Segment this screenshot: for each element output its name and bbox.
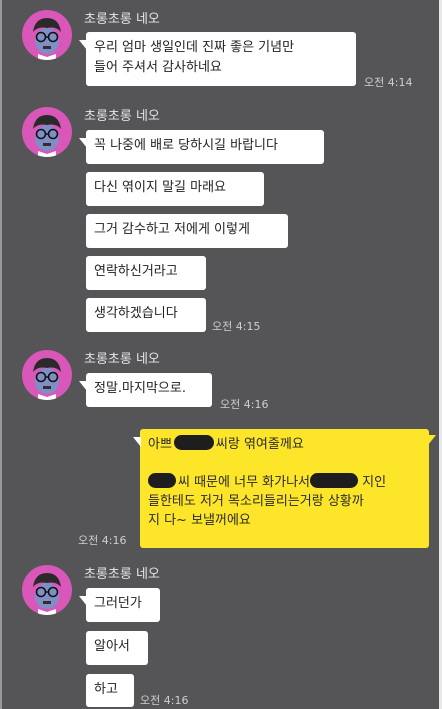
left-edge: [0, 0, 2, 709]
my-message-line: 씨 때문에 너무 화가나서 지인: [148, 473, 421, 492]
neo-avatar-icon[interactable]: [22, 350, 72, 400]
message-text: 그거 감수하고 저에게 이렇게: [94, 222, 250, 237]
redacted-block: [173, 435, 214, 450]
neo-avatar-icon[interactable]: [22, 565, 72, 615]
my-message-bubble[interactable]: 아쁘 씨랑 엮여줄께요 씨 때문에 너무 화가나서 지인 들한테도 저거 목소리들…: [133, 429, 436, 548]
message-time: 오전 4:16: [220, 398, 269, 411]
message-bubble[interactable]: 연락하신거라고: [86, 256, 206, 290]
redacted-block: [148, 473, 176, 488]
message-bubble[interactable]: 꼭 나중에 배로 당하시길 바랍니다: [79, 130, 324, 164]
my-message-line: 아쁘 씨랑 엮여줄께요: [148, 435, 421, 454]
chat-window: 초롱초롱 네오 우리 엄마 생일인데 진짜 좋은 기념만 들어 주셔서 감사하네…: [0, 0, 442, 709]
my-message-line: 들한테도 저거 목소리들리는거랑 상황까: [148, 494, 364, 509]
message-time: 오전 4:15: [212, 320, 261, 333]
message-time: 오전 4:14: [364, 76, 413, 89]
my-message-line: 지 다~ 보낼꺼에요: [148, 513, 251, 528]
message-text: 하고: [94, 682, 118, 697]
message-text: 정말.마지막으로.: [94, 381, 186, 396]
message-text: 들어 주셔서 감사하네요: [94, 60, 222, 75]
message-text: 그러던가: [94, 596, 142, 611]
message-time: 오전 4:16: [78, 534, 127, 547]
message-text: 알아서: [94, 639, 130, 654]
message-bubble[interactable]: 그러던가: [79, 588, 160, 622]
message-text: 다신 엮이지 말길 마래요: [94, 180, 226, 195]
message-bubble[interactable]: 하고: [86, 674, 134, 707]
message-text: 우리 엄마 생일인데 진짜 좋은 기념만: [94, 40, 295, 55]
message-bubble[interactable]: 생각하겠습니다: [86, 298, 206, 332]
message-bubble[interactable]: 알아서: [86, 631, 148, 665]
message-bubble[interactable]: 정말.마지막으로.: [79, 373, 212, 407]
my-message-text: 지인: [358, 475, 387, 490]
redacted-block: [310, 473, 358, 488]
message-bubble[interactable]: 우리 엄마 생일인데 진짜 좋은 기념만 들어 주셔서 감사하네요: [79, 32, 356, 86]
sender-name: 초롱초롱 네오: [84, 109, 160, 124]
neo-avatar-icon[interactable]: [22, 10, 72, 60]
my-message-text: 씨랑 엮여줄께요: [215, 437, 304, 452]
message-bubble[interactable]: 그거 감수하고 저에게 이렇게: [86, 214, 288, 248]
sender-name: 초롱초롱 네오: [84, 12, 160, 27]
sender-name: 초롱초롱 네오: [84, 352, 160, 367]
message-time: 오전 4:16: [140, 694, 189, 707]
my-message-text: 아쁘: [148, 437, 172, 452]
message-bubble[interactable]: 다신 엮이지 말길 마래요: [86, 172, 264, 206]
message-text: 꼭 나중에 배로 당하시길 바랍니다: [94, 138, 278, 153]
neo-avatar-icon[interactable]: [22, 107, 72, 157]
message-text: 연락하신거라고: [94, 264, 178, 279]
message-text: 생각하겠습니다: [94, 306, 178, 321]
my-message-text: 씨 때문에 너무 화가나서: [178, 475, 310, 490]
sender-name: 초롱초롱 네오: [84, 567, 160, 582]
